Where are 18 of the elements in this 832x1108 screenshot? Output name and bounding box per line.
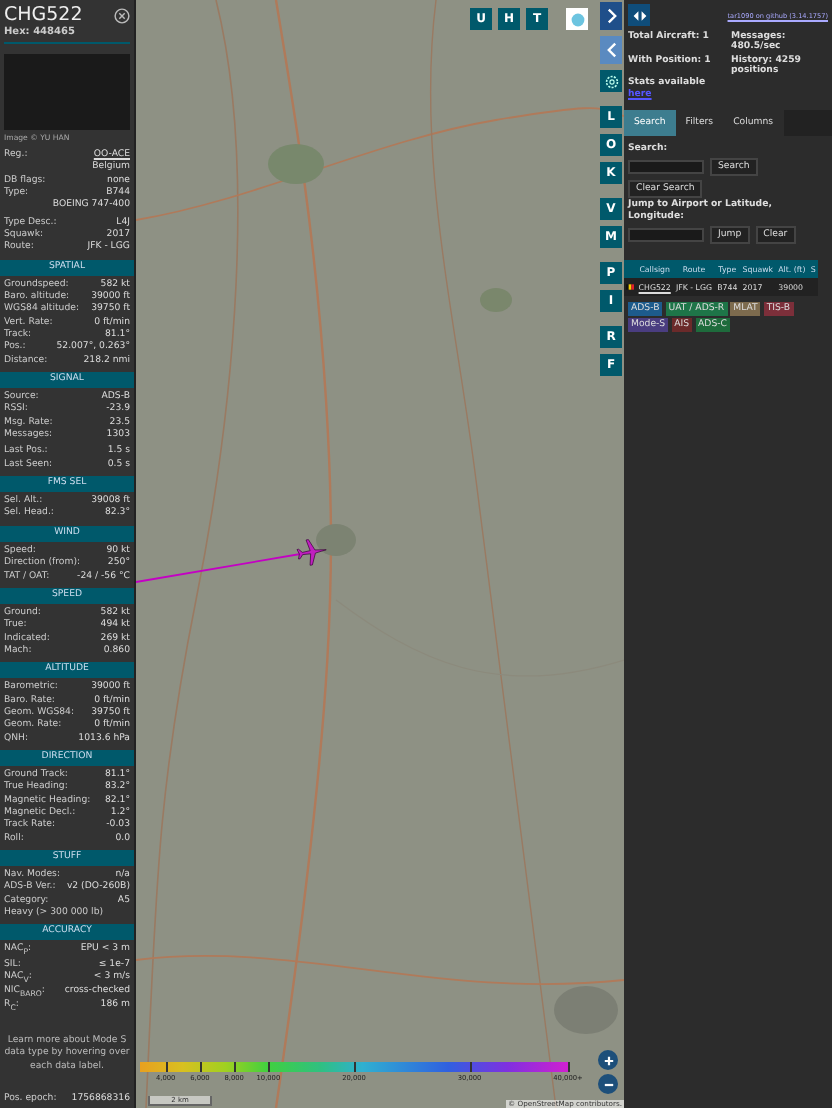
expand-button[interactable] [600,2,622,30]
collapse-button[interactable] [600,36,622,64]
plus-icon [601,1053,615,1067]
circle-icon [569,11,585,27]
jump-field[interactable] [628,227,704,241]
close-icon[interactable] [114,8,130,24]
left-right-arrows-icon [631,7,647,23]
zoom-in-button[interactable] [598,1050,618,1070]
toggle-button[interactable] [628,4,650,26]
flag-icon [626,281,634,291]
aircraft-icon[interactable] [296,536,328,568]
zoom-out-button[interactable] [598,1074,618,1094]
search-field[interactable] [628,160,704,174]
aircraft-callsign: CHG522 [4,4,83,26]
settings-icon [603,73,619,89]
chevron-right-icon [603,8,619,24]
settings-button[interactable] [600,70,622,92]
chevron-left-icon [603,42,619,58]
